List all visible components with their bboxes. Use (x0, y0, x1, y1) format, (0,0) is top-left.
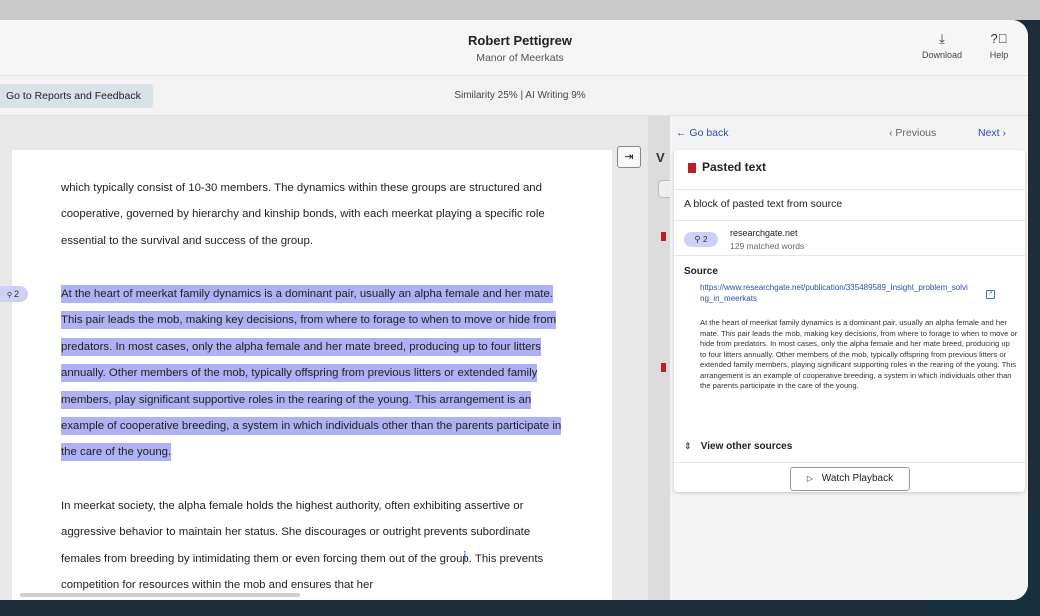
flag-icon (661, 232, 666, 241)
arrow-left-icon: ← (676, 127, 687, 139)
match-number-badge: ⚲ 2 (684, 232, 718, 247)
panel-navigation: ← Go back ‹ Previous Next › (670, 116, 1028, 150)
text-cursor-icon: ⅰ (463, 549, 467, 564)
source-text: At the heart of meerkat family dynamics … (700, 318, 1018, 390)
external-link-icon[interactable]: ↗ (986, 290, 995, 299)
search-icon: ⚲ (694, 234, 703, 244)
flag-icon (661, 363, 666, 372)
search-icon: ⚲ (6, 292, 14, 299)
score-summary: Similarity 25% | AI Writing 9% (454, 90, 586, 101)
strip-tab[interactable] (658, 180, 670, 198)
strip-label: V (656, 150, 665, 165)
download-icon: ⤓ (939, 31, 945, 46)
help-label: Help (989, 50, 1009, 60)
header: Robert Pettigrew Manor of Meerkats ⤓ Dow… (0, 20, 1028, 76)
document-viewer[interactable]: which typically consist of 10-30 members… (0, 116, 648, 600)
app-window: Robert Pettigrew Manor of Meerkats ⤓ Dow… (0, 20, 1028, 600)
collapse-panel-button[interactable]: ⇥ (617, 146, 641, 168)
next-button[interactable]: Next › (978, 127, 1006, 139)
document-paragraph-highlighted[interactable]: At the heart of meerkat family dynamics … (61, 281, 571, 466)
card-title: Pasted text (702, 160, 767, 174)
side-strip: V (648, 116, 670, 600)
student-name: Robert Pettigrew (467, 33, 572, 48)
go-back-link[interactable]: ← Go back (676, 127, 729, 139)
previous-button[interactable]: ‹ Previous (889, 127, 936, 139)
flag-icon (688, 163, 696, 173)
horizontal-scrollbar[interactable] (20, 593, 300, 597)
assignment-title: Manor of Meerkats (476, 52, 564, 64)
help-circle-icon: ?⃝ (990, 31, 1008, 46)
match-word-count: 129 matched words (730, 241, 805, 251)
match-card: Pasted text A block of pasted text from … (674, 150, 1025, 492)
top-band (0, 0, 1040, 20)
chevron-right-icon: › (1002, 127, 1007, 139)
expand-icon: ⇕ (684, 441, 692, 451)
source-label: Source (684, 266, 718, 277)
card-header: Pasted text (674, 150, 1025, 190)
match-domain: researchgate.net (730, 228, 798, 238)
playback-row: ▷ Watch Playback (674, 462, 1025, 492)
source-url-link[interactable]: https://www.researchgate.net/publication… (700, 282, 970, 304)
download-button[interactable]: ⤓ Download (920, 31, 964, 61)
play-icon: ▷ (806, 474, 814, 483)
document-page: which typically consist of 10-30 members… (12, 150, 612, 600)
arrow-right-bar-icon: ⇥ (624, 151, 634, 163)
toolbar: Go to Reports and Feedback Similarity 25… (0, 76, 1028, 116)
card-description: A block of pasted text from source (684, 198, 843, 210)
document-paragraph: which typically consist of 10-30 members… (61, 182, 545, 247)
match-details-panel: ← Go back ‹ Previous Next › Pasted text … (670, 116, 1028, 600)
match-badge[interactable]: ⚲ 2 (0, 286, 28, 302)
view-other-sources-toggle[interactable]: ⇕ View other sources (684, 441, 792, 452)
watch-playback-button[interactable]: ▷ Watch Playback (790, 467, 910, 491)
match-source-row[interactable]: ⚲ 2 researchgate.net 129 matched words (674, 220, 1025, 256)
highlighted-match-text[interactable]: At the heart of meerkat family dynamics … (61, 285, 562, 462)
document-paragraph: In meerkat society, the alpha female hol… (61, 500, 544, 592)
help-button[interactable]: ?⃝ Help (984, 31, 1014, 61)
download-label: Download (921, 50, 963, 60)
